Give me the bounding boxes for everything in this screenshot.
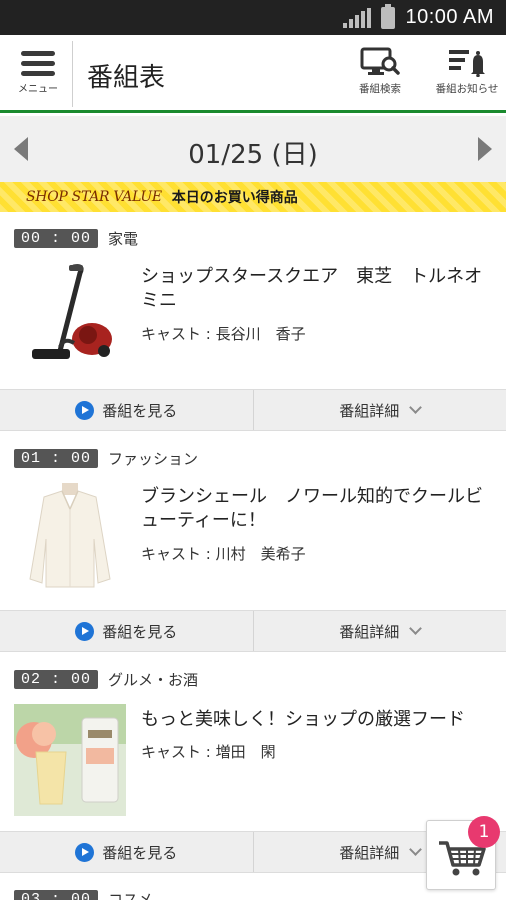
date-navigation: 01/25 (日) — [0, 116, 506, 182]
page-title: 番組表 — [87, 63, 166, 93]
chevron-down-icon — [409, 401, 423, 414]
program-title: ブランシェール ノワール知的でクールビューティーに！ — [141, 486, 483, 531]
program-detail-button[interactable]: 番組詳細 — [252, 390, 506, 430]
program-time-badge: 01 : 00 — [14, 448, 99, 468]
shop-star-value-banner[interactable]: SHOP STAR VALUE 本日のお買い得商品 — [0, 182, 506, 212]
program-actions: 番組を見る 番組詳細 — [0, 610, 506, 652]
play-icon — [75, 842, 95, 862]
signal-icon — [343, 7, 372, 28]
watch-program-button[interactable]: 番組を見る — [0, 390, 253, 430]
program-item[interactable]: 00 : 00 家電 ショップスタースクエア 東芝 トルネオミニ キャスト : … — [0, 227, 506, 433]
battery-icon — [381, 3, 396, 29]
next-day-arrow-icon[interactable] — [478, 137, 492, 161]
program-search-button[interactable]: 番組検索 — [340, 47, 420, 107]
program-detail-label: 番組詳細 — [339, 843, 400, 862]
program-notify-button[interactable]: 番組お知らせ — [427, 47, 506, 107]
program-detail-label: 番組詳細 — [339, 622, 400, 641]
status-bar: 10:00 AM — [0, 0, 506, 35]
banner-text: 本日のお買い得商品 — [171, 190, 298, 206]
program-category: コスメ — [108, 890, 154, 900]
watch-program-label: 番組を見る — [102, 401, 178, 420]
program-cast: キャスト : 長谷川 香子 — [141, 325, 306, 343]
program-title: もっと美味しく！ショップの厳選フード — [141, 709, 465, 730]
watch-program-button[interactable]: 番組を見る — [0, 832, 253, 872]
program-cast: キャスト : 川村 美希子 — [141, 545, 306, 563]
program-category: グルメ・お酒 — [108, 670, 199, 689]
program-category: 家電 — [108, 229, 139, 248]
peach-juice-image — [14, 704, 126, 816]
play-icon — [75, 621, 95, 641]
monitor-search-icon — [360, 47, 400, 75]
status-time: 10:00 AM — [405, 6, 494, 28]
program-category: ファッション — [108, 449, 199, 468]
program-detail-button[interactable]: 番組詳細 — [252, 611, 506, 651]
program-detail-label: 番組詳細 — [339, 401, 400, 420]
app-header: メニュー 番組表 番組検索 番組お知らせ — [0, 35, 506, 113]
hamburger-icon — [21, 51, 55, 81]
header-divider — [72, 41, 73, 107]
program-time-badge: 00 : 00 — [14, 228, 99, 248]
watch-program-label: 番組を見る — [102, 843, 178, 862]
program-notify-label: 番組お知らせ — [435, 83, 499, 95]
menu-label: メニュー — [18, 84, 58, 95]
program-cast: キャスト : 増田 閑 — [141, 743, 276, 761]
current-date: 01/25 (日) — [188, 140, 318, 170]
chevron-down-icon — [409, 843, 423, 856]
play-icon — [75, 400, 95, 420]
chevron-down-icon — [409, 622, 423, 635]
menu-button[interactable]: メニュー — [8, 41, 68, 105]
program-title: ショップスタースクエア 東芝 トルネオミニ — [141, 266, 483, 311]
watch-program-label: 番組を見る — [102, 622, 178, 641]
program-item[interactable]: 01 : 00 ファッション ブランシェール ノワール知的でクールビューティーに… — [0, 447, 506, 653]
banner-brand: SHOP STAR VALUE — [26, 189, 162, 205]
list-bell-icon — [449, 50, 485, 77]
white-blouse-image — [29, 483, 111, 588]
program-time-badge: 02 : 00 — [14, 669, 99, 689]
program-time-badge: 03 : 00 — [14, 889, 99, 900]
watch-program-button[interactable]: 番組を見る — [0, 611, 253, 651]
program-search-label: 番組検索 — [359, 83, 401, 95]
program-actions: 番組を見る 番組詳細 — [0, 389, 506, 431]
vacuum-cleaner-image — [32, 264, 112, 359]
cart-count-badge: 1 — [468, 816, 500, 848]
